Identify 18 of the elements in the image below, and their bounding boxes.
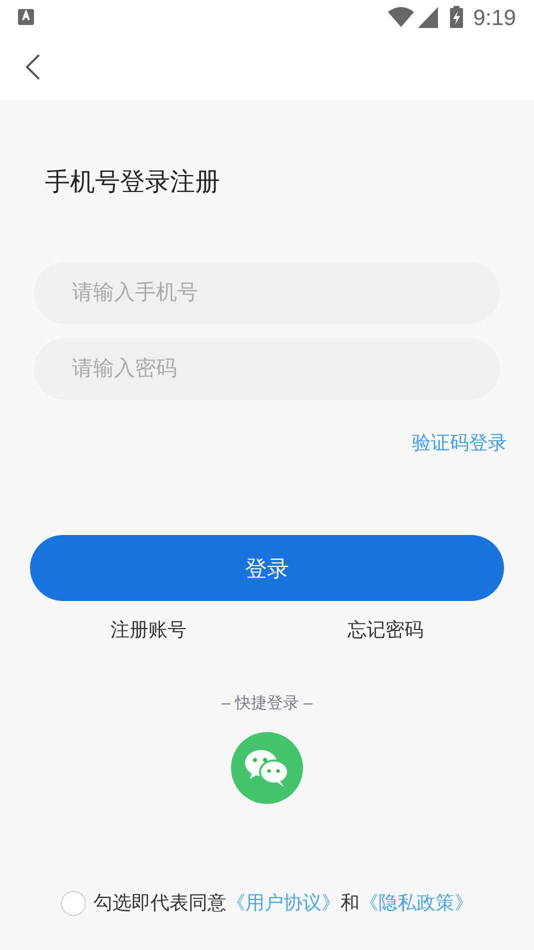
status-time: 9:19 [473,4,516,32]
agreement-text: 勾选即代表同意《用户协议》和《隐私政策》 [94,892,474,916]
wifi-icon [388,6,414,28]
page-title: 手机号登录注册 [45,167,221,198]
forgot-password-link[interactable]: 忘记密码 [348,617,424,646]
sms-login-link[interactable]: 验证码登录 [412,430,507,458]
input-field[interactable]: 请输入手机号 [34,262,500,324]
register-link[interactable]: 注册账号 [110,617,186,646]
chat-bubbles-icon [244,748,290,788]
signal-icon [418,6,438,28]
input-field[interactable]: 请输入密码 [34,338,500,400]
battery-charging-icon [450,6,464,28]
keyboard-icon [18,8,34,26]
quick-login-label: – 快捷登录 – [222,694,312,714]
login-button[interactable]: 登录 [30,535,504,601]
user-agreement-link[interactable]: 《用户协议》 [226,892,340,914]
agreement-checkbox[interactable] [60,891,86,916]
privacy-policy-link[interactable]: 《隐私政策》 [360,892,474,914]
